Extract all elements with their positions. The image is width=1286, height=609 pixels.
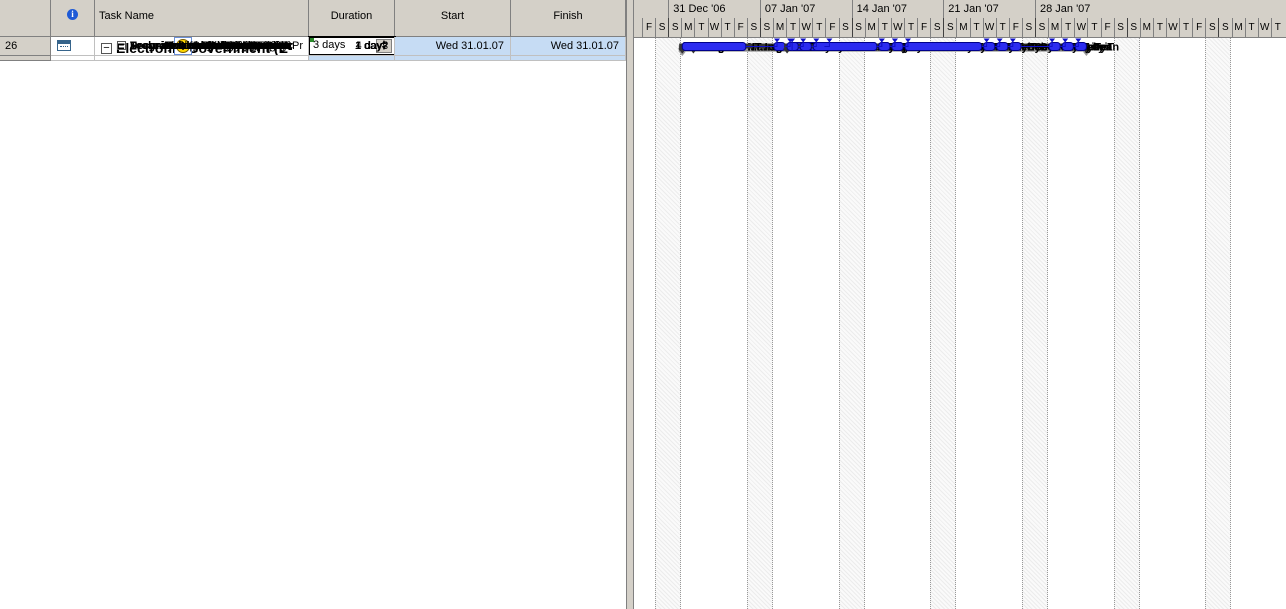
gantt-bars: Program Management OfficeProgram Managem… bbox=[678, 38, 1119, 56]
indicators-column-header[interactable]: i bbox=[51, 0, 95, 37]
info-icon: i bbox=[67, 9, 78, 20]
task-sheet: i Task Name Duration Start Finish 0−Elec… bbox=[0, 0, 626, 609]
row-id[interactable]: 26 bbox=[0, 37, 51, 56]
finish-column-header[interactable]: Finish bbox=[511, 0, 626, 37]
task-name: Extranet Security Comple bbox=[165, 40, 290, 52]
indicators-cell[interactable] bbox=[51, 37, 95, 56]
start-cell[interactable]: Wed 31.01.07 bbox=[395, 37, 511, 56]
view-splitter[interactable] bbox=[626, 0, 634, 609]
task-row[interactable]: 26 Extranet Security Comple 1 day? Wed 31.0… bbox=[0, 37, 626, 56]
duration-cell[interactable]: 1 day? bbox=[309, 37, 395, 56]
finish-cell[interactable]: Wed 31.01.07 bbox=[511, 37, 626, 56]
start-column-header[interactable]: Start bbox=[395, 0, 511, 37]
task-bar[interactable] bbox=[812, 42, 878, 51]
ms-project-window: i Task Name Duration Start Finish 0−Elec… bbox=[0, 0, 1286, 609]
row-header-corner[interactable] bbox=[0, 0, 51, 37]
task-name-cell[interactable]: Extranet Security Comple bbox=[95, 37, 309, 56]
task-bar[interactable] bbox=[904, 42, 983, 51]
task-bar[interactable] bbox=[681, 42, 747, 51]
duration-column-header[interactable]: Duration bbox=[309, 0, 395, 37]
gantt-chart: 31 Dec '06 07 Jan '07 14 Jan '07 21 Jan '07… bbox=[634, 0, 1286, 609]
task-name-column-header[interactable]: Task Name bbox=[95, 0, 309, 37]
